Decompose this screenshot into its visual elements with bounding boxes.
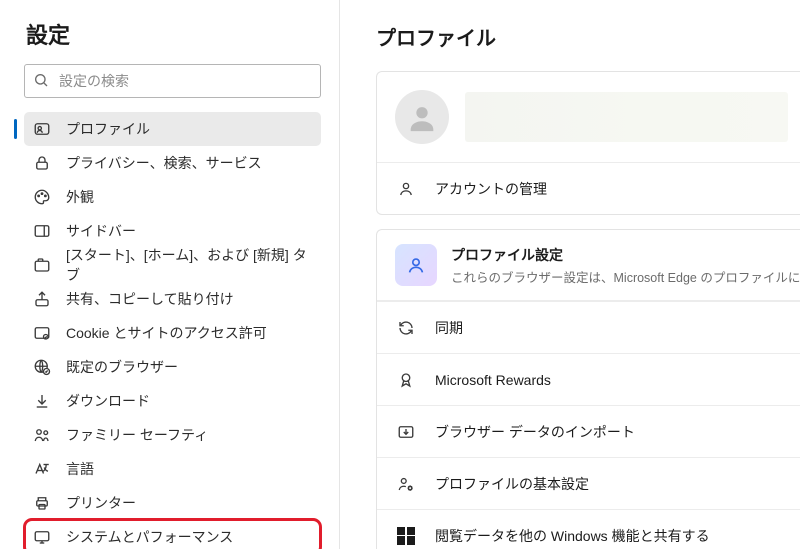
share-icon [32,289,52,309]
avatar [395,90,449,144]
row-label: 同期 [435,318,463,338]
settings-title: 設定 [26,18,321,50]
sidebar-item-family[interactable]: ファミリー セーフティ [24,418,321,452]
sidebar-item-label: ダウンロード [66,391,150,411]
windows-icon [395,525,417,547]
sidebar-item-sidebar[interactable]: サイドバー [24,214,321,248]
row-label: アカウントの管理 [435,179,547,199]
sidebar-item-cookies[interactable]: Cookie とサイトのアクセス許可 [24,316,321,350]
printer-icon [32,493,52,513]
sidebar-item-label: ファミリー セーフティ [66,425,208,445]
sidebar-item-system[interactable]: システムとパフォーマンス [24,520,321,549]
sidebar-item-start-home[interactable]: [スタート]、[ホーム]、および [新規] タブ [24,248,321,282]
sidebar: 設定 プロファイル プライバシー、検索、サービス [0,0,340,549]
rewards-icon [395,369,417,391]
sidebar-item-default-browser[interactable]: 既定のブラウザー [24,350,321,384]
family-icon [32,425,52,445]
sidebar-item-language[interactable]: 言語 [24,452,321,486]
tabs-icon [32,255,52,275]
sidebar-item-profile[interactable]: プロファイル [24,112,321,146]
person-gear-icon [395,473,417,495]
sidebar-nav: プロファイル プライバシー、検索、サービス 外観 サイドバー [24,112,321,549]
lock-icon [32,153,52,173]
sidebar-item-label: [スタート]、[ホーム]、および [新規] タブ [66,245,313,285]
row-label: 閲覧データを他の Windows 機能と共有する [435,526,710,546]
profile-card: アカウントの管理 [376,71,800,215]
person-icon [395,178,417,200]
page-title: プロファイル [376,22,800,51]
download-icon [32,391,52,411]
sidebar-item-label: プリンター [66,493,136,513]
sidebar-item-label: Cookie とサイトのアクセス許可 [66,323,267,343]
profile-header [377,72,800,162]
sidebar-item-label: 言語 [66,459,94,479]
sidebar-item-label: 共有、コピーして貼り付け [66,289,234,309]
palette-icon [32,187,52,207]
cookie-icon [32,323,52,343]
sidebar-item-label: 外観 [66,187,94,207]
sidebar-item-label: システムとパフォーマンス [66,527,233,547]
import-icon [395,421,417,443]
profile-settings-title: プロファイル設定 [451,245,800,265]
manage-account-row[interactable]: アカウントの管理 [377,162,800,214]
row-label: ブラウザー データのインポート [435,422,635,442]
sidebar-item-share[interactable]: 共有、コピーして貼り付け [24,282,321,316]
language-icon [32,459,52,479]
monitor-icon [32,527,52,547]
sidebar-item-appearance[interactable]: 外観 [24,180,321,214]
profile-info-redacted [465,92,788,142]
search-input[interactable] [57,72,312,90]
profile-settings-badge-icon [395,244,437,286]
sidebar-item-downloads[interactable]: ダウンロード [24,384,321,418]
globe-check-icon [32,357,52,377]
row-sync[interactable]: 同期 [377,301,800,353]
profile-settings-header: プロファイル設定 これらのブラウザー設定は、Microsoft Edge のプロ… [377,230,800,301]
row-preferences[interactable]: プロファイルの基本設定 [377,457,800,509]
row-windows-share[interactable]: 閲覧データを他の Windows 機能と共有する [377,509,800,549]
search-box[interactable] [24,64,321,98]
panel-icon [32,221,52,241]
search-icon [33,72,49,91]
profile-icon [32,119,52,139]
profile-settings-subtitle: これらのブラウザー設定は、Microsoft Edge のプロファイルに適用され… [451,267,800,286]
sync-icon [395,317,417,339]
row-rewards[interactable]: Microsoft Rewards [377,353,800,405]
sidebar-item-label: 既定のブラウザー [66,357,178,377]
sidebar-item-label: サイドバー [66,221,136,241]
row-import[interactable]: ブラウザー データのインポート [377,405,800,457]
profile-settings-card: プロファイル設定 これらのブラウザー設定は、Microsoft Edge のプロ… [376,229,800,549]
sidebar-item-label: プロファイル [66,119,150,139]
main-content: プロファイル アカウントの管理 プロファイル設定 [340,0,800,549]
row-label: プロファイルの基本設定 [435,474,589,494]
sidebar-item-privacy[interactable]: プライバシー、検索、サービス [24,146,321,180]
row-label: Microsoft Rewards [435,372,551,388]
sidebar-item-label: プライバシー、検索、サービス [66,153,262,173]
sidebar-item-printer[interactable]: プリンター [24,486,321,520]
